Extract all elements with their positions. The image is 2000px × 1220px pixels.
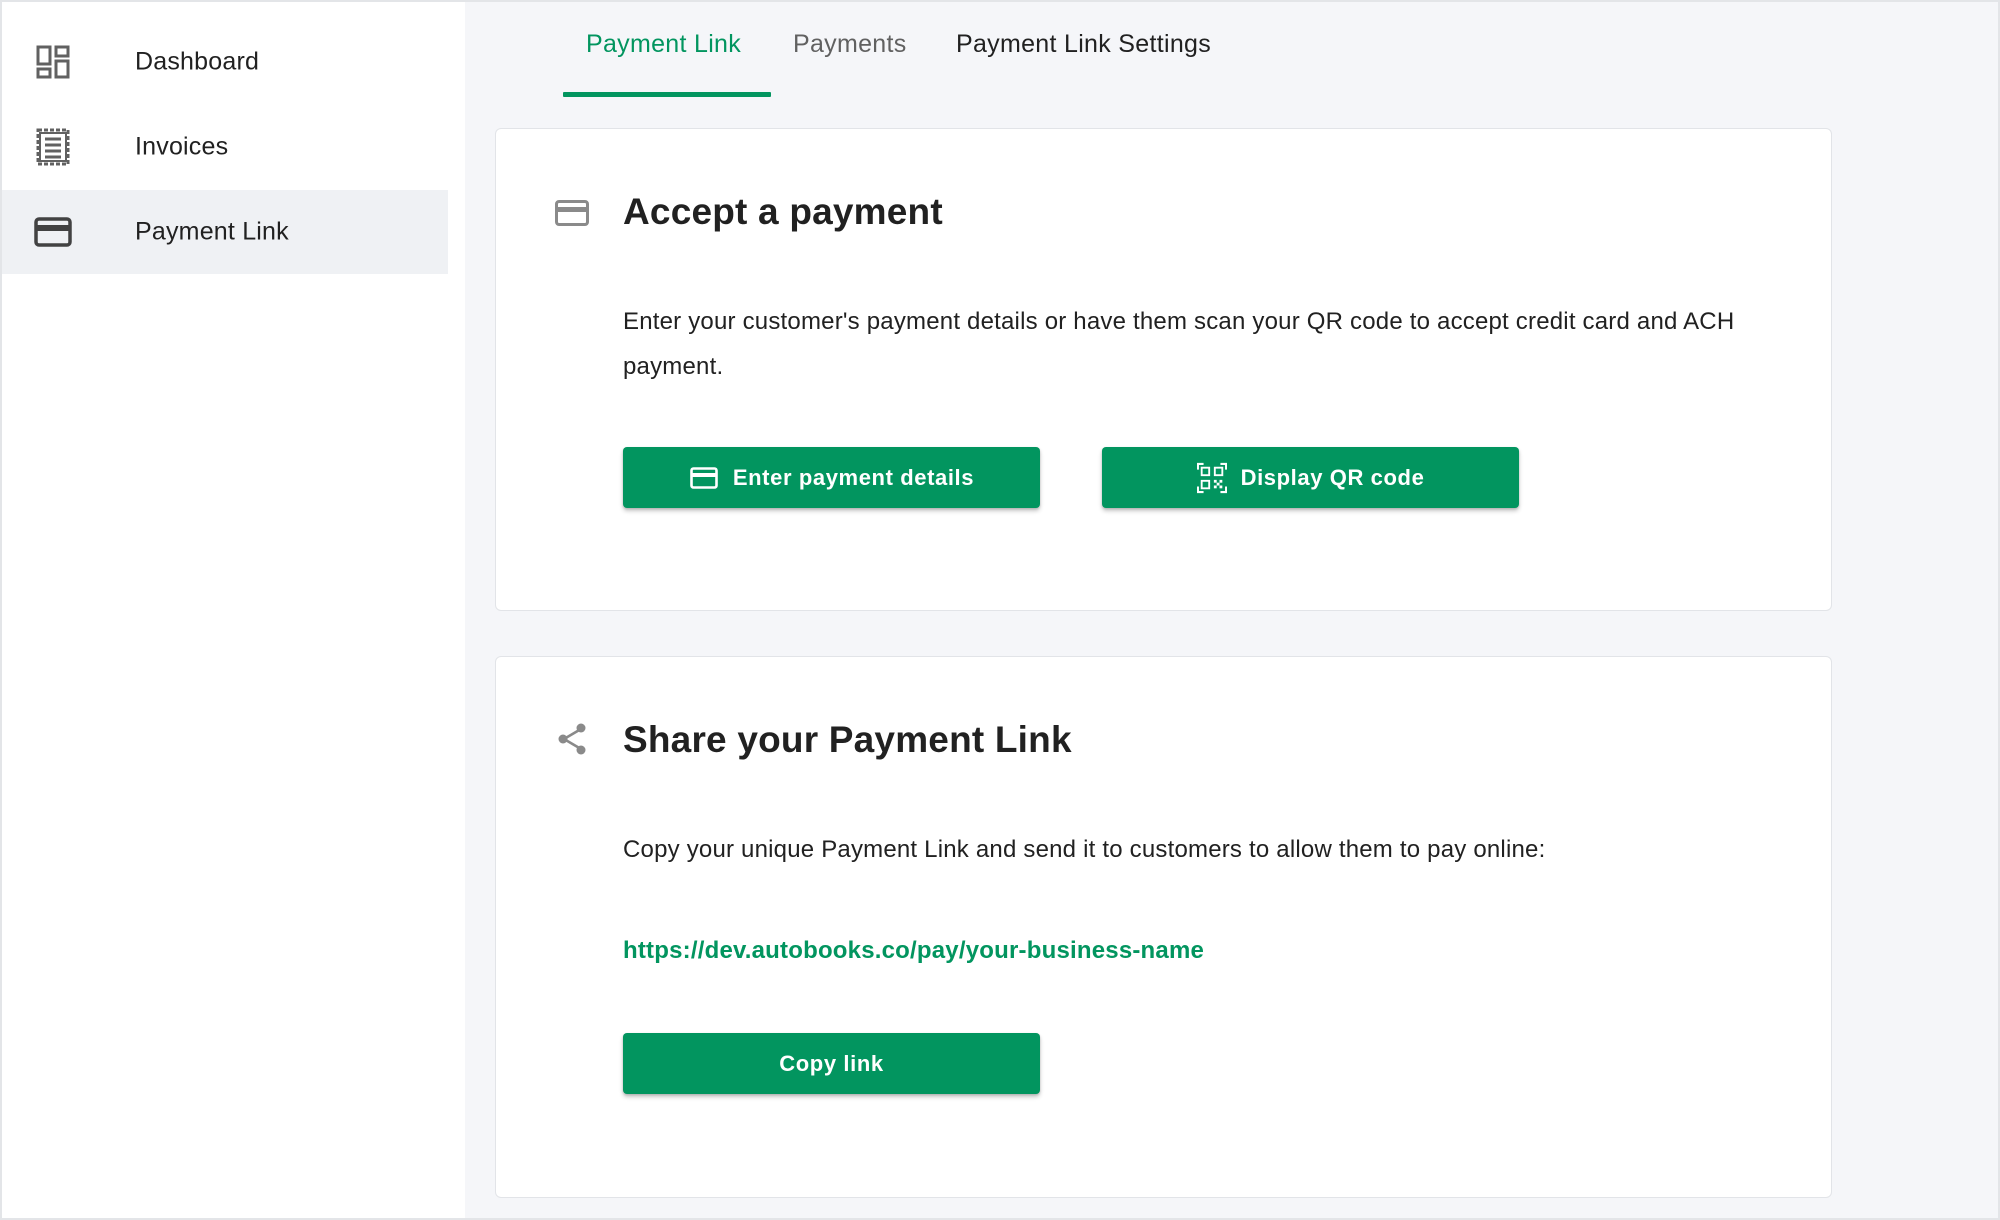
button-label: Enter payment details: [732, 464, 975, 490]
sidebar-item-dashboard[interactable]: Dashboard: [2, 20, 448, 104]
dashboard-icon: [34, 43, 72, 81]
active-tab-indicator: [563, 92, 771, 97]
copy-link-button[interactable]: Copy link: [623, 1033, 1040, 1094]
tab-bar: Payment Link Payments Payment Link Setti…: [465, 2, 1998, 98]
display-qr-code-button[interactable]: Display QR code: [1102, 447, 1519, 508]
sidebar-item-invoices[interactable]: Invoices: [2, 105, 448, 189]
qr-code-icon: [1196, 462, 1227, 493]
tab-payments[interactable]: Payments: [793, 30, 907, 98]
sidebar-item-label: Payment Link: [135, 217, 289, 246]
share-payment-link-card: Share your Payment Link Copy your unique…: [495, 656, 1832, 1198]
tab-payment-link-settings[interactable]: Payment Link Settings: [956, 30, 1211, 98]
card-title: Accept a payment: [623, 191, 943, 232]
sidebar-item-label: Invoices: [135, 132, 229, 161]
credit-card-icon: [689, 463, 719, 493]
credit-card-icon: [554, 195, 590, 231]
card-description: Copy your unique Payment Link and send i…: [623, 836, 1546, 863]
sidebar-item-payment-link[interactable]: Payment Link: [2, 190, 448, 274]
button-label: Display QR code: [1240, 464, 1425, 490]
accept-payment-card: Accept a payment Enter your customer's p…: [495, 128, 1832, 611]
sidebar-item-label: Dashboard: [135, 47, 260, 76]
app-window: Dashboard Invoices Payment Link Payment …: [0, 0, 2000, 1220]
enter-payment-details-button[interactable]: Enter payment details: [623, 447, 1040, 508]
receipt-icon: [34, 128, 72, 166]
payment-link-url[interactable]: https://dev.autobooks.co/pay/your-busine…: [623, 937, 1204, 965]
card-title: Share your Payment Link: [623, 719, 1072, 760]
main-content: Payment Link Payments Payment Link Setti…: [465, 2, 1998, 1218]
tab-payment-link[interactable]: Payment Link: [586, 30, 741, 98]
card-description: Enter your customer's payment details or…: [623, 308, 1735, 380]
share-icon: [554, 721, 590, 757]
sidebar: Dashboard Invoices Payment Link: [2, 2, 465, 1218]
button-label: Copy link: [779, 1050, 884, 1076]
credit-card-icon: [34, 213, 72, 251]
